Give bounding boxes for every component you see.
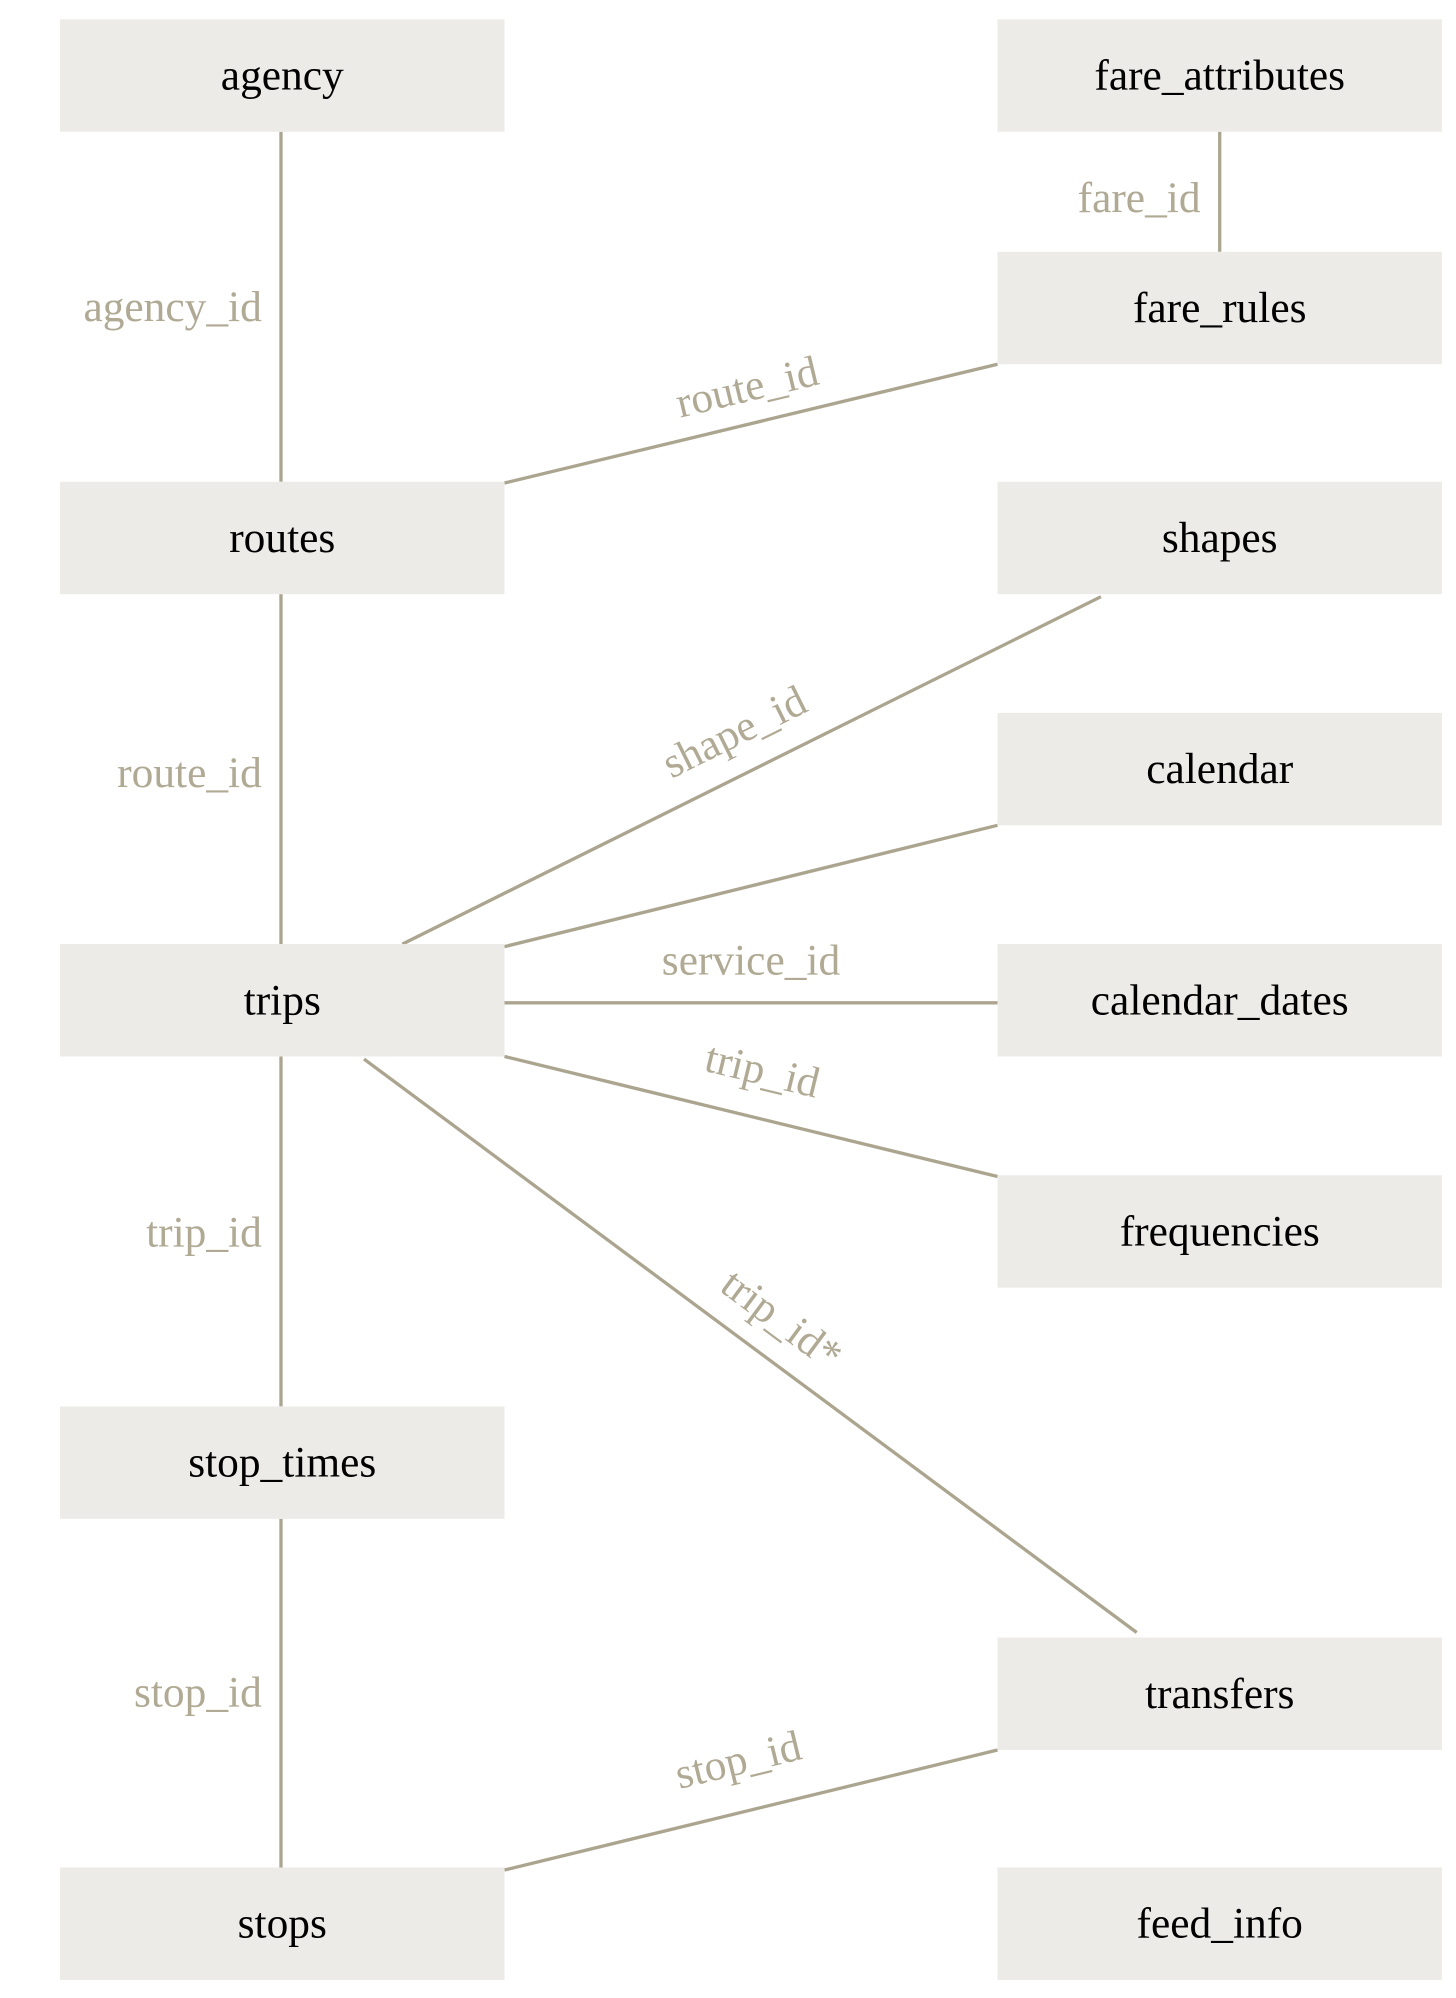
- edge-label-agency-routes: agency_id: [83, 283, 262, 331]
- node-fare_rules: fare_rules: [997, 251, 1442, 365]
- node-feed_info: feed_info: [997, 1867, 1442, 1980]
- node-label: stop_times: [188, 1439, 376, 1487]
- node-label: stops: [238, 1900, 327, 1948]
- edge-trips-transfers: [363, 1057, 1138, 1634]
- edge-label-stops-transfers: stop_id: [670, 1722, 806, 1799]
- edge-label-trips-stop_times: trip_id: [146, 1209, 262, 1257]
- node-label: trips: [244, 976, 321, 1024]
- edge-label-stop_times-stops: stop_id: [134, 1669, 262, 1717]
- node-stops: stops: [60, 1867, 505, 1980]
- node-label: agency: [221, 52, 344, 100]
- node-stop_times: stop_times: [60, 1406, 505, 1519]
- edge-label-fare_attributes-fare_rules: fare_id: [1078, 174, 1201, 222]
- edge-label-trips-calendar_dates: service_id: [662, 937, 841, 985]
- node-label: routes: [229, 514, 335, 562]
- node-label: fare_rules: [1133, 284, 1307, 332]
- node-trips: trips: [60, 944, 505, 1057]
- edge-label-trips-frequencies: trip_id: [701, 1033, 825, 1107]
- node-transfers: transfers: [997, 1637, 1442, 1750]
- node-frequencies: frequencies: [997, 1175, 1442, 1288]
- edge-trips-shapes: [401, 595, 1102, 946]
- node-routes: routes: [60, 481, 505, 595]
- node-calendar: calendar: [997, 712, 1442, 826]
- gtfs-entity-diagram: agency_id fare_id route_id route_id shape_id…: [60, 19, 1442, 1980]
- edge-trips-calendar: [504, 823, 998, 949]
- node-shapes: shapes: [997, 481, 1442, 595]
- node-agency: agency: [60, 19, 505, 132]
- node-label: calendar_dates: [1091, 976, 1349, 1024]
- node-calendar_dates: calendar_dates: [997, 944, 1442, 1057]
- node-label: shapes: [1162, 514, 1278, 562]
- node-label: calendar: [1146, 745, 1294, 793]
- node-label: fare_attributes: [1094, 52, 1345, 100]
- edge-label-trips-shapes: shape_id: [655, 676, 815, 788]
- node-label: feed_info: [1137, 1900, 1303, 1948]
- edge-label-routes-fare_rules: route_id: [671, 347, 823, 428]
- edge-label-trips-transfers: trip_id*: [712, 1259, 851, 1379]
- node-fare_attributes: fare_attributes: [997, 19, 1442, 132]
- node-label: transfers: [1145, 1670, 1294, 1718]
- edge-label-routes-trips: route_id: [117, 749, 262, 797]
- node-label: frequencies: [1120, 1207, 1320, 1255]
